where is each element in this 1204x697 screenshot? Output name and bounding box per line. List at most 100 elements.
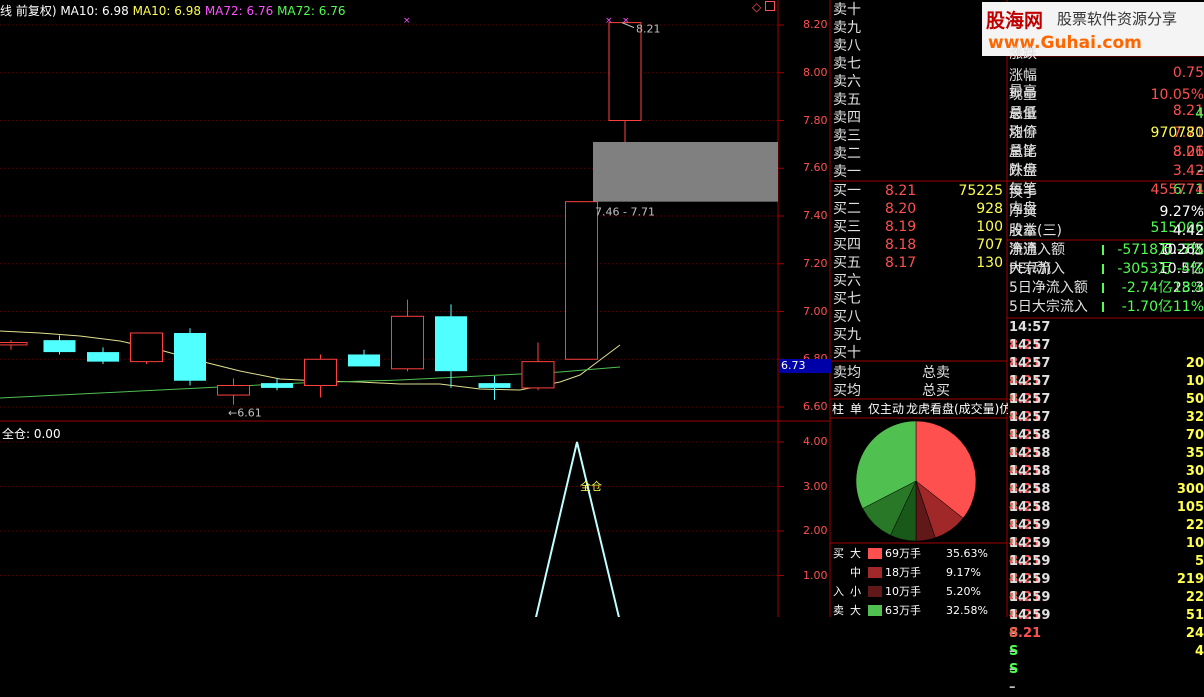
ask-row[interactable]: 卖十 bbox=[833, 1, 1005, 19]
ask-row[interactable]: 卖六 bbox=[833, 73, 1005, 91]
bid-row[interactable]: 买三 8.19 100 bbox=[833, 218, 1005, 236]
tab-active-only[interactable]: 仅主动 bbox=[868, 400, 904, 419]
tick-row[interactable]: 14:58 8.21 300 S – bbox=[1009, 445, 1204, 533]
legend-ma72-b: MA72: 6.76 bbox=[277, 4, 346, 18]
fund-flow-value: -2.74亿 bbox=[1121, 280, 1172, 296]
tab-bar-chart[interactable]: 柱 bbox=[832, 400, 844, 419]
candle-body bbox=[87, 352, 119, 362]
ask-row[interactable]: 卖三 bbox=[833, 127, 1005, 145]
tick-time: 14:59 bbox=[1009, 536, 1051, 551]
fund-flow-bar bbox=[1102, 283, 1104, 293]
tick-row[interactable]: 14:59 8.21 4 S – bbox=[1009, 607, 1204, 695]
high-price-label: 8.21 bbox=[636, 23, 661, 36]
ask-label: 卖二 bbox=[833, 146, 861, 162]
bid-label: 买一 bbox=[833, 183, 861, 199]
tick-row[interactable]: 14:59 8.21 5 S – bbox=[1009, 517, 1204, 605]
bid-volume: 75225 bbox=[958, 183, 1003, 199]
tick-row[interactable]: 14:57 8.21 20 S – bbox=[1009, 319, 1204, 407]
bid-label: 买十 bbox=[833, 345, 861, 361]
candle-body bbox=[565, 201, 598, 360]
candle-body bbox=[521, 361, 555, 389]
fund-flow-value: -3053万 bbox=[1117, 261, 1172, 277]
tick-row[interactable]: 14:57 8.21 50 S – bbox=[1009, 355, 1204, 443]
tick-time: 14:59 bbox=[1009, 608, 1051, 623]
fund-flow-label: 净流入额 bbox=[1009, 242, 1065, 258]
bid-row[interactable]: 买九 bbox=[833, 326, 1005, 344]
fund-flow-bar bbox=[1102, 245, 1104, 255]
square-icon[interactable] bbox=[765, 1, 775, 11]
sub-tick-label: 3.00 bbox=[803, 479, 828, 493]
tick-row[interactable]: 14:58 8.21 10 S – bbox=[1009, 499, 1204, 587]
fund-flow-value: -1.70亿 bbox=[1121, 299, 1172, 315]
tick-row[interactable]: 14:57 8.21 32 S – bbox=[1009, 373, 1204, 461]
bid-row[interactable]: 买十 bbox=[833, 344, 1005, 362]
pie-amount: 18万手 bbox=[885, 566, 921, 579]
quote-row: 涨停 8.21 跌停 6.71 bbox=[1009, 124, 1204, 198]
quote-row: 外盘 455774 内盘 515006 bbox=[1009, 162, 1204, 236]
tick-row[interactable]: 14:58 8.21 22 S – bbox=[1009, 481, 1204, 569]
ask-row[interactable]: 卖九 bbox=[833, 19, 1005, 37]
sub-tick-label: 1.00 bbox=[803, 568, 828, 582]
bid-row[interactable]: 买四 8.18 707 bbox=[833, 236, 1005, 254]
tick-row[interactable]: 14:58 8.21 30 S – bbox=[1009, 427, 1204, 515]
ask-row[interactable]: 卖二 bbox=[833, 145, 1005, 163]
ask-row[interactable]: 卖四 bbox=[833, 109, 1005, 127]
bid-label: 买三 bbox=[833, 219, 861, 235]
tick-row[interactable]: 14:59 8.21 219 S – bbox=[1009, 535, 1204, 623]
tick-row[interactable]: 14:59 8.21 24 S – bbox=[1009, 589, 1204, 677]
fund-flow-bar bbox=[1102, 264, 1104, 274]
bid-label: 买九 bbox=[833, 327, 861, 343]
ask-row[interactable]: 卖五 bbox=[833, 91, 1005, 109]
ask-label: 卖九 bbox=[833, 20, 861, 36]
tick-time: 14:58 bbox=[1009, 428, 1051, 443]
ask-row[interactable]: 卖八 bbox=[833, 37, 1005, 55]
gap-range-label: 7.46 - 7.71 bbox=[595, 206, 655, 219]
tick-row[interactable]: 14:57 8.21 35 S – bbox=[1009, 409, 1204, 497]
bid-row[interactable]: 买二 8.20 928 bbox=[833, 200, 1005, 218]
ask-row[interactable]: 卖七 bbox=[833, 55, 1005, 73]
ask-row[interactable]: 卖一 bbox=[833, 163, 1005, 181]
quote-row: 总量 970780 量比 3.42 bbox=[1009, 105, 1204, 179]
candle-body bbox=[43, 340, 76, 353]
quote-row: 换手 9.27% 股本 10.5亿 bbox=[1009, 184, 1204, 258]
pie-size: 大 bbox=[850, 604, 861, 617]
bid-label: 买二 bbox=[833, 201, 861, 217]
pie-size: 中 bbox=[850, 566, 861, 579]
tab-bar: 柱 单 仅主动 龙虎看盘(成交量)仿 bbox=[830, 400, 1008, 419]
low-price-label: ←6.61 bbox=[228, 407, 262, 420]
bid-row[interactable]: 买七 bbox=[833, 290, 1005, 308]
fund-flow-pct: -4% bbox=[1176, 261, 1204, 277]
fund-flow-row: 5日净流入额 -2.74亿 -18% bbox=[1009, 279, 1204, 298]
bid-volume: 100 bbox=[976, 219, 1003, 235]
legend-ma10-b: MA10: 6.98 bbox=[132, 4, 201, 18]
bid-row[interactable]: 买一 8.21 75225 bbox=[833, 182, 1005, 200]
chart-title: 线 前复权) bbox=[0, 4, 57, 18]
candle-body bbox=[261, 383, 293, 388]
quote-label: 总笔 bbox=[1009, 144, 1037, 160]
quote-label: 换手 bbox=[1009, 185, 1037, 201]
quote-label: 涨停 bbox=[1009, 125, 1037, 141]
bid-row[interactable]: 买八 bbox=[833, 308, 1005, 326]
fund-flow-label: 5日大宗流入 bbox=[1009, 299, 1088, 315]
pie-size: 大 bbox=[850, 547, 861, 560]
price-tick-label: 6.60 bbox=[803, 400, 828, 413]
bid-row[interactable]: 买五 8.17 130 bbox=[833, 254, 1005, 272]
tick-row[interactable]: 14:57 8.21 70 S – bbox=[1009, 391, 1204, 479]
candle-body bbox=[348, 354, 380, 367]
tick-row[interactable]: 14:59 8.21 51 S – bbox=[1009, 571, 1204, 659]
ask-label: 卖五 bbox=[833, 92, 861, 108]
diamond-icon[interactable]: ◇ bbox=[752, 0, 761, 14]
fund-flow-pct: -7% bbox=[1176, 242, 1204, 258]
bid-row[interactable]: 买六 bbox=[833, 272, 1005, 290]
candle-body bbox=[130, 332, 163, 363]
tick-row[interactable]: 14:59 8.21 22 S – bbox=[1009, 553, 1204, 641]
tick-time: 14:58 bbox=[1009, 464, 1051, 479]
tick-row[interactable]: 14:57 8.21 10 S – bbox=[1009, 337, 1204, 425]
ask-label: 卖三 bbox=[833, 128, 861, 144]
tab-single[interactable]: 单 bbox=[850, 400, 862, 419]
pie-side: 卖 bbox=[833, 604, 844, 617]
tick-row[interactable]: 14:58 8.21 105 S – bbox=[1009, 463, 1204, 551]
tab-dragon-tiger[interactable]: 龙虎看盘(成交量)仿 bbox=[906, 400, 1008, 419]
ask-label: 卖十 bbox=[833, 2, 861, 18]
ask-label: 卖一 bbox=[833, 164, 861, 180]
